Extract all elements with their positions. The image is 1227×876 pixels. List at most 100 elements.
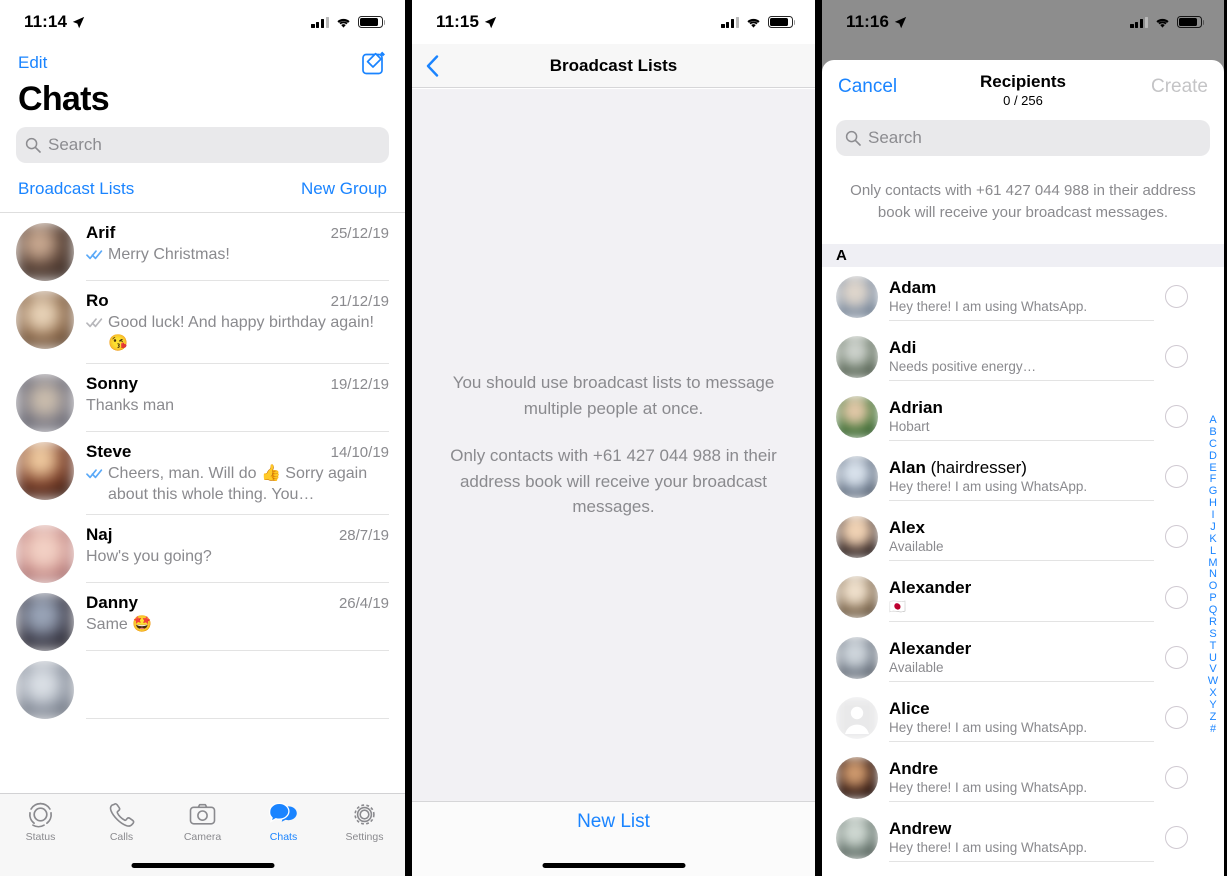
index-letter-b[interactable]: B [1209, 426, 1216, 439]
contact-list-item[interactable]: Alan (hairdresser) Hey there! I am using … [822, 447, 1224, 507]
index-letter-z[interactable]: Z [1210, 711, 1217, 724]
contact-name: Adam [889, 277, 937, 297]
chats-nav-bar: Edit [0, 44, 405, 78]
cancel-button[interactable]: Cancel [838, 76, 897, 98]
contact-status: Hey there! I am using WhatsApp. [889, 298, 1088, 314]
contact-list-item[interactable]: Adi Needs positive energy… [822, 327, 1224, 387]
index-letter-t[interactable]: T [1210, 640, 1217, 653]
index-letter-c[interactable]: C [1209, 438, 1217, 451]
tab-settings[interactable]: Settings [324, 801, 405, 843]
chat-list-item[interactable]: Danny 26/4/19 Same 🤩 [0, 583, 405, 652]
tab-camera[interactable]: Camera [162, 801, 243, 843]
chat-preview: How's you going? [86, 546, 389, 567]
chat-preview: Merry Christmas! [86, 244, 389, 265]
recipients-search-input[interactable]: Search [836, 120, 1210, 156]
select-contact-checkbox[interactable] [1165, 646, 1188, 669]
wifi-icon [1156, 18, 1169, 28]
status-icons [1130, 16, 1205, 29]
create-button[interactable]: Create [1151, 76, 1208, 98]
page-title: Chats [18, 80, 110, 118]
contact-name: Alexander [889, 638, 972, 658]
contact-status: Hey there! I am using WhatsApp. [889, 478, 1088, 494]
select-contact-checkbox[interactable] [1165, 345, 1188, 368]
chat-list-item[interactable]: Arif 25/12/19 Merry Christmas! [0, 213, 405, 281]
chat-contact-name: Sonny [86, 374, 138, 394]
contact-list-item[interactable]: Alex Available [822, 507, 1224, 567]
section-header-a: A [822, 243, 1224, 267]
index-letter-hash[interactable]: # [1210, 723, 1216, 736]
panel-recipients: 11:16 Cancel Recipients 0 / 256 Create S… [822, 0, 1224, 876]
select-contact-checkbox[interactable] [1165, 465, 1188, 488]
recipients-sheet: Cancel Recipients 0 / 256 Create Search … [822, 60, 1224, 876]
contact-name: Andre [889, 758, 939, 778]
battery-icon [1177, 16, 1205, 28]
read-receipt-icon [86, 469, 103, 479]
back-chevron-icon[interactable] [426, 54, 439, 77]
chat-timestamp: 19/12/19 [330, 376, 389, 394]
avatar [16, 223, 74, 281]
contact-list-item[interactable]: Alexander Available [822, 628, 1224, 688]
chat-list-item-partial[interactable] [0, 651, 405, 720]
index-letter-r[interactable]: R [1209, 616, 1217, 629]
index-letter-k[interactable]: K [1209, 533, 1216, 546]
contact-list-item[interactable]: AnthonyHey there! I am using WhatsApp. [822, 868, 1224, 876]
tab-label: Chats [269, 831, 298, 843]
status-bar-panel3: 11:16 [822, 0, 1224, 44]
contact-list-item[interactable]: Alice Hey there! I am using WhatsApp. [822, 688, 1224, 748]
index-letter-l[interactable]: L [1210, 545, 1216, 558]
contact-list-item[interactable]: Adrian Hobart [822, 387, 1224, 447]
new-group-button[interactable]: New Group [301, 179, 387, 199]
alphabet-index[interactable]: A B C D E F G H I J K L M N O P Q R S T U V W X Y Z # [1205, 414, 1221, 736]
contact-status: Needs positive energy… [889, 358, 1037, 374]
index-letter-j[interactable]: J [1210, 521, 1216, 534]
tab-chats[interactable]: Chats [243, 801, 324, 843]
contact-status: 🇯🇵 [889, 598, 906, 614]
avatar [16, 525, 74, 584]
tab-label: Status [25, 831, 56, 843]
select-contact-checkbox[interactable] [1165, 405, 1188, 428]
select-contact-checkbox[interactable] [1165, 585, 1188, 609]
broadcast-lists-button[interactable]: Broadcast Lists [18, 179, 134, 199]
contact-list-item[interactable]: Adam Hey there! I am using WhatsApp. [822, 267, 1224, 327]
chat-preview: Cheers, man. Will do 👍 Sorry again about… [86, 463, 389, 505]
panel-chats: 11:14 Edit Chats Search Broadcast Lists … [0, 0, 405, 876]
edit-button[interactable]: Edit [18, 53, 47, 73]
contact-status: Hey there! I am using WhatsApp. [889, 779, 1088, 795]
avatar [16, 593, 74, 652]
chat-preview: Thanks man [86, 395, 389, 416]
select-contact-checkbox[interactable] [1165, 285, 1188, 308]
select-contact-checkbox[interactable] [1165, 766, 1188, 789]
index-letter-d[interactable]: D [1209, 450, 1217, 463]
battery-icon [768, 16, 796, 28]
read-receipt-icon [86, 318, 103, 328]
tab-label: Calls [109, 831, 134, 843]
tab-status[interactable]: Status [0, 801, 81, 843]
chat-contact-name: Ro [86, 291, 109, 310]
avatar [836, 515, 878, 558]
tab-calls[interactable]: Calls [81, 801, 162, 843]
chat-preview-text: Good luck! And happy birthday again! 😘 [108, 314, 374, 353]
contact-list-item[interactable]: Andrew Hey there! I am using WhatsApp. [822, 808, 1224, 868]
search-icon [845, 130, 861, 146]
chat-list-item[interactable]: Ro 21/12/19 Good luck! And happy birthday … [0, 281, 405, 365]
chat-list-item[interactable]: Sonny 19/12/19 Thanks man [0, 364, 405, 433]
index-letter-s[interactable]: S [1209, 628, 1216, 641]
panel-broadcast-lists: 11:15 Broadcast Lists You should use bro… [412, 0, 815, 876]
select-contact-checkbox[interactable] [1165, 826, 1188, 849]
contact-list-item[interactable]: Alexander 🇯🇵 [822, 567, 1224, 628]
wifi-icon [337, 18, 350, 28]
recipients-nav-bar: Cancel Recipients 0 / 256 Create [822, 60, 1224, 116]
avatar [836, 455, 878, 498]
chat-list-item[interactable]: Steve 14/10/19 Cheers, man. Will do 👍 Sorr… [0, 432, 405, 516]
avatar [836, 696, 878, 739]
contact-list-item[interactable]: Andre Hey there! I am using WhatsApp. [822, 748, 1224, 808]
avatar [836, 335, 878, 378]
search-input[interactable]: Search [16, 127, 389, 163]
compose-icon[interactable] [361, 50, 387, 76]
select-contact-checkbox[interactable] [1165, 706, 1188, 729]
select-contact-checkbox[interactable] [1165, 525, 1188, 548]
chat-list-item[interactable]: Naj 28/7/19 How's you going? [0, 515, 405, 584]
contact-list[interactable]: Adam Hey there! I am using WhatsApp. Adi Ne… [822, 267, 1224, 876]
chat-preview: Good luck! And happy birthday again! 😘 [86, 312, 389, 354]
chat-list[interactable]: Arif 25/12/19 Merry Christmas! Ro 21/12/19 Go… [0, 213, 405, 720]
